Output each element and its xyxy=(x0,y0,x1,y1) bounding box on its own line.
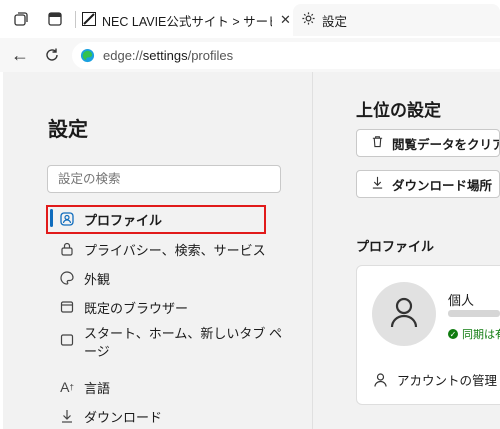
highlight-box xyxy=(46,205,266,234)
button-label: 閲覧データをクリア xyxy=(392,137,500,152)
download-icon xyxy=(371,176,384,192)
avatar[interactable] xyxy=(372,282,436,346)
trash-icon xyxy=(371,135,384,151)
tab-actions-icon[interactable] xyxy=(44,8,66,30)
settings-search-input[interactable] xyxy=(47,165,281,193)
palette-icon xyxy=(58,269,76,287)
page-title: 設定 xyxy=(48,119,88,141)
manage-account-link[interactable]: アカウントの管理 xyxy=(374,370,497,389)
button-label: ダウンロード場所 xyxy=(392,178,493,193)
sidebar-item-languages[interactable]: A † 言語 xyxy=(58,378,110,397)
language-icon: A † xyxy=(60,379,74,395)
download-location-button[interactable]: ダウンロード場所 xyxy=(356,170,500,198)
workspaces-icon[interactable] xyxy=(10,8,32,30)
sync-status-label: 同期は有 xyxy=(462,329,500,341)
lock-icon xyxy=(58,240,76,258)
sidebar-item-default-browser[interactable]: 既定のブラウザー xyxy=(58,298,188,317)
sidebar-item-label: 既定のブラウザー xyxy=(84,301,189,316)
check-icon: ✓ xyxy=(448,329,458,339)
person-outline-icon xyxy=(374,372,387,387)
gear-icon xyxy=(301,11,316,29)
sidebar-item-downloads[interactable]: ダウンロード xyxy=(58,407,162,426)
tab-settings[interactable]: 設定 xyxy=(293,4,500,36)
tab-nec[interactable]: NEC LAVIE公式サイト > サービス&サ ✕ xyxy=(82,4,292,36)
clear-browsing-data-button[interactable]: 閲覧データをクリア xyxy=(356,129,500,157)
sidebar-item-appearance[interactable]: 外観 xyxy=(58,269,110,288)
sidebar-item-label: ダウンロード xyxy=(84,410,163,425)
section-title-top-settings: 上位の設定 xyxy=(356,101,441,120)
tab-title: 設定 xyxy=(322,14,348,29)
home-icon xyxy=(58,331,76,349)
toolbar: ← edge://settings/profiles xyxy=(0,38,500,72)
sidebar-item-label: 言語 xyxy=(84,381,111,396)
download-icon xyxy=(58,407,76,425)
close-icon[interactable]: ✕ xyxy=(280,12,291,28)
back-arrow-icon[interactable]: ← xyxy=(8,44,32,66)
sidebar-item-label: 外観 xyxy=(84,272,111,287)
refresh-icon[interactable] xyxy=(40,44,64,66)
sidebar-item-start-home[interactable]: スタート、ホーム、新しいタブ ページ xyxy=(58,325,288,361)
blurred-email xyxy=(448,310,500,317)
sidebar-item-label: スタート、ホーム、新しいタブ ページ xyxy=(84,326,282,359)
tab-strip: NEC LAVIE公式サイト > サービス&サ ✕ 設定 xyxy=(0,0,500,38)
section-title-profiles: プロファイル xyxy=(356,239,435,254)
profile-name: 個人 xyxy=(448,293,475,308)
url-scheme: edge:// xyxy=(103,48,143,63)
account-label: アカウントの管理 xyxy=(397,374,498,388)
address-bar[interactable]: edge://settings/profiles xyxy=(72,42,500,69)
panel-divider xyxy=(312,72,313,429)
sync-status: ✓ 同期は有 xyxy=(448,326,500,342)
edge-logo-icon xyxy=(80,48,95,63)
url-path: /profiles xyxy=(187,48,234,63)
tab-separator xyxy=(75,11,76,28)
person-icon xyxy=(389,296,419,333)
url-host: settings xyxy=(142,48,188,63)
sidebar-item-privacy[interactable]: プライバシー、検索、サービス xyxy=(58,240,266,259)
browser-icon xyxy=(58,298,76,316)
nec-favicon xyxy=(82,11,96,29)
tab-title: NEC LAVIE公式サイト > サービス&サ xyxy=(102,14,272,29)
sidebar-item-label: プライバシー、検索、サービス xyxy=(84,243,266,258)
